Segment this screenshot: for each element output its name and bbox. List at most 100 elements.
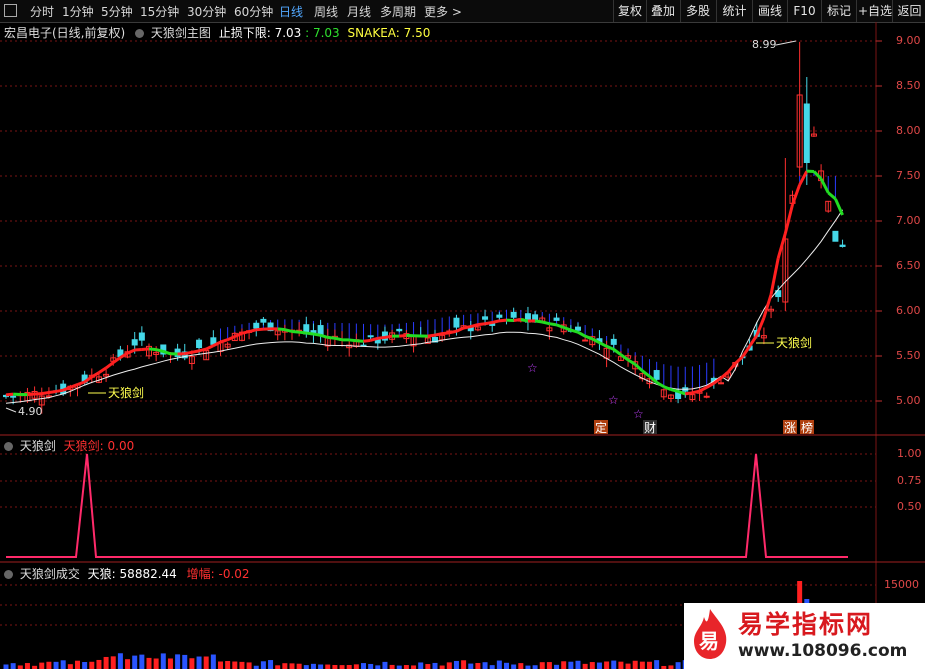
volume-bar [589, 662, 595, 669]
fast-line-segment [812, 170, 823, 180]
candle-body [482, 316, 489, 320]
fast-line-segment [363, 338, 371, 343]
volume-bar [418, 662, 424, 669]
volume-bar [525, 665, 531, 669]
price-tick: 8.00 [896, 124, 921, 137]
volume-bar [432, 662, 438, 669]
volume-bar [568, 661, 574, 669]
pane3-header: 天狼剑成交 天狼: 58882.44 增幅: -0.02 [4, 565, 250, 582]
volume-bar [239, 661, 245, 669]
fast-line-segment [698, 386, 708, 393]
volume-label: 天狼: [87, 567, 116, 581]
volume-bar [518, 663, 524, 669]
volume-bar [117, 653, 123, 669]
candle-body [131, 339, 138, 346]
volume-bar [196, 656, 202, 669]
volume-bar [189, 658, 195, 669]
pane2-tick: 1.00 [897, 447, 922, 460]
candle-body [575, 326, 581, 331]
volume-bar [53, 661, 59, 669]
pane3-tick: 15000 [884, 578, 919, 591]
fast-line-segment [356, 339, 364, 343]
volume-bar [611, 660, 617, 669]
increase-value: -0.02 [218, 567, 250, 581]
fast-line-segment [105, 361, 115, 370]
fast-line-segment [783, 204, 794, 234]
volume-bar [203, 656, 209, 669]
volume-bar [318, 664, 324, 669]
fast-line-segment [819, 178, 830, 194]
price-tick: 8.50 [896, 79, 921, 92]
volume-bar [618, 661, 624, 669]
signal-label: 天狼剑 [776, 335, 812, 350]
pane3-settings-icon[interactable] [4, 570, 13, 579]
volume-bar [489, 665, 495, 669]
fast-line-segment [448, 329, 457, 335]
fast-line-segment [306, 331, 314, 336]
fast-line-segment [577, 330, 586, 338]
price-tick: 7.50 [896, 169, 921, 182]
fast-line-segment [248, 328, 257, 334]
candle-body [496, 314, 503, 318]
volume-bar [246, 662, 252, 669]
pane2-value: 0.00 [107, 439, 135, 453]
candle-body [510, 311, 517, 318]
fast-line-segment [563, 326, 572, 332]
volume-bar [268, 660, 274, 669]
fast-line-segment [477, 322, 486, 327]
pane2-tick: 0.50 [897, 500, 922, 513]
volume-bar [604, 661, 610, 669]
fast-line-segment [827, 191, 837, 200]
fast-line-segment [570, 328, 579, 334]
fast-line-segment [320, 333, 329, 339]
volume-bar [160, 653, 166, 669]
candle-body [260, 318, 267, 323]
volume-bar [167, 658, 173, 669]
pane2-sub-label: 天狼剑: [63, 439, 104, 453]
pane2-settings-icon[interactable] [4, 442, 13, 451]
watermark-logo-char: 易 [699, 629, 719, 653]
fast-line-segment [349, 338, 357, 343]
volume-bar [403, 665, 409, 669]
candle-body [582, 339, 589, 342]
volume-bar [103, 656, 109, 669]
candle-body [553, 317, 560, 321]
fast-line-segment [220, 338, 229, 344]
pane2-title[interactable]: 天狼剑 [20, 439, 56, 453]
volume-bar [146, 657, 152, 669]
price-tick: 5.50 [896, 349, 921, 362]
volume-bar [210, 654, 216, 669]
star-icon: ☆ [633, 407, 644, 421]
volume-bar [439, 665, 445, 669]
fast-line-segment [455, 326, 465, 333]
signal-line [6, 453, 848, 558]
candle-body [396, 328, 403, 332]
pane3-title[interactable]: 天狼剑成交 [20, 567, 80, 581]
fast-line-segment [370, 336, 379, 342]
fast-line-segment [520, 318, 529, 323]
candle-body [196, 339, 203, 349]
volume-bar [303, 665, 309, 669]
star-icon: ☆ [527, 361, 538, 375]
candle-body [367, 335, 374, 338]
fast-line-segment [762, 294, 773, 319]
fast-line-segment [5, 392, 14, 397]
volume-bar [411, 665, 417, 669]
volume-bar [532, 665, 538, 669]
fast-line-segment [434, 332, 443, 337]
volume-bar [132, 655, 138, 669]
volume-bar [582, 663, 588, 669]
volume-bar [561, 661, 567, 669]
fast-line-segment [334, 336, 343, 342]
fast-line-segment [513, 317, 522, 323]
fast-line-segment [198, 347, 207, 353]
volume-bar [453, 660, 459, 669]
candle-body [453, 317, 460, 328]
fast-line-segment [776, 232, 787, 259]
fast-line-segment [227, 335, 236, 342]
fast-line-segment [284, 328, 293, 333]
fast-line-segment [191, 349, 200, 354]
candle-body [703, 395, 710, 398]
event-tag: 榜 [801, 420, 813, 435]
fast-line-segment [134, 347, 142, 352]
